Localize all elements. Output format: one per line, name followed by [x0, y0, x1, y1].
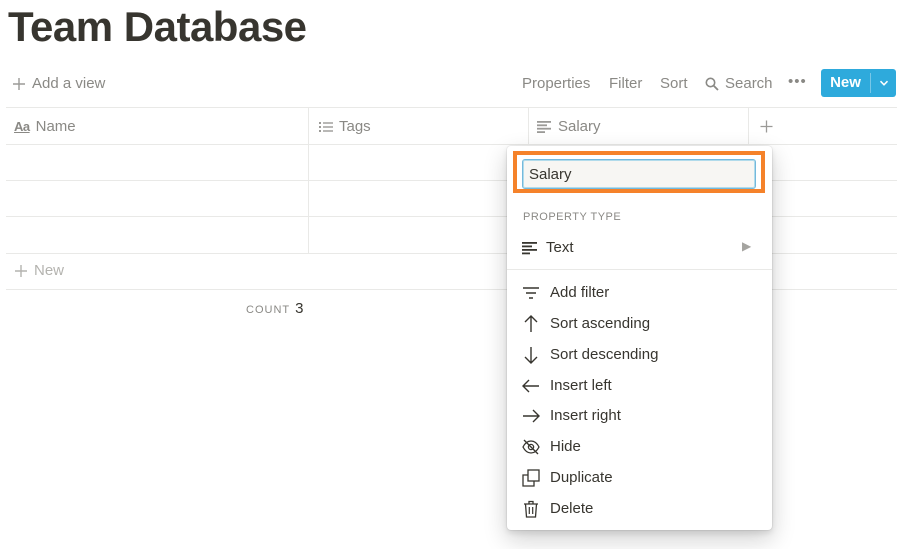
menu-item-sort-descending[interactable]: Sort descending	[507, 340, 772, 370]
plus-icon	[13, 78, 25, 90]
list-icon	[319, 121, 333, 132]
column-header-name[interactable]: Aa Name	[14, 108, 76, 145]
property-type-heading: PROPERTY TYPE	[523, 211, 622, 223]
menu-item-label: Insert right	[550, 407, 621, 424]
menu-item-duplicate[interactable]: Duplicate	[507, 463, 772, 493]
trash-icon	[524, 500, 538, 518]
row-count[interactable]: COUNT 3	[246, 300, 303, 317]
menu-item-delete[interactable]: Delete	[507, 494, 772, 524]
properties-button[interactable]: Properties	[522, 75, 590, 93]
eye-slash-icon	[522, 439, 540, 455]
arrow-up-icon	[524, 315, 538, 332]
column-header-label: Tags	[339, 118, 371, 135]
plus-icon	[15, 264, 27, 277]
count-label: COUNT	[246, 304, 291, 316]
filter-icon	[523, 287, 539, 299]
page-title: Team Database	[8, 3, 307, 50]
menu-item-label: Hide	[550, 438, 581, 455]
property-type-label: Text	[546, 239, 574, 256]
menu-item-label: Insert left	[550, 377, 612, 394]
menu-item-label: Delete	[550, 500, 594, 517]
new-button-label[interactable]: New	[821, 69, 870, 97]
menu-divider	[507, 269, 772, 270]
arrow-left-icon	[522, 379, 539, 393]
add-view-button[interactable]: Add a view	[12, 75, 105, 93]
add-column-button[interactable]	[760, 108, 773, 145]
column-header-tags[interactable]: Tags	[319, 108, 371, 145]
plus-icon	[760, 120, 773, 133]
menu-item-label: Sort ascending	[550, 315, 651, 332]
text-lines-icon	[537, 120, 551, 133]
menu-item-hide[interactable]: Hide	[507, 432, 772, 462]
menu-item-insert-right[interactable]: Insert right	[507, 401, 772, 431]
menu-item-label: Sort descending	[550, 346, 659, 363]
column-header-label: Salary	[558, 118, 601, 135]
search-icon	[705, 77, 719, 91]
menu-item-sort-ascending[interactable]: Sort ascending	[507, 309, 772, 339]
property-name-input[interactable]	[522, 159, 756, 189]
column-header-label: Name	[35, 118, 76, 135]
menu-item-label: Add filter	[550, 284, 610, 301]
duplicate-icon	[522, 469, 540, 487]
search-label: Search	[725, 75, 773, 92]
menu-item-insert-left[interactable]: Insert left	[507, 371, 772, 401]
new-row-label: New	[34, 262, 65, 279]
arrow-right-icon	[523, 409, 540, 423]
property-type-select[interactable]: Text ▶	[507, 234, 772, 262]
database-toolbar: Add a view Properties Filter Sort Search…	[0, 68, 897, 100]
column-divider	[528, 107, 529, 145]
more-options-button[interactable]: •••	[788, 73, 807, 91]
text-aa-icon: Aa	[14, 119, 30, 134]
menu-item-label: Duplicate	[550, 469, 613, 486]
caret-right-icon: ▶	[742, 239, 752, 253]
menu-item-add-filter[interactable]: Add filter	[507, 278, 772, 308]
search-button[interactable]: Search	[705, 75, 773, 93]
property-menu: PROPERTY TYPE Text ▶ Add filter Sort asc…	[507, 146, 772, 530]
column-header-salary[interactable]: Salary	[537, 108, 601, 145]
new-dropdown-toggle[interactable]	[871, 69, 896, 97]
text-lines-icon	[522, 242, 537, 255]
count-value: 3	[295, 300, 304, 317]
column-divider	[748, 107, 749, 145]
filter-button[interactable]: Filter	[609, 75, 642, 93]
arrow-down-icon	[524, 347, 538, 364]
new-row-button[interactable]: New	[14, 262, 64, 279]
chevron-down-icon	[879, 80, 888, 86]
sort-button[interactable]: Sort	[660, 75, 688, 93]
new-record-button[interactable]: New	[821, 69, 896, 97]
add-view-label: Add a view	[32, 75, 106, 92]
